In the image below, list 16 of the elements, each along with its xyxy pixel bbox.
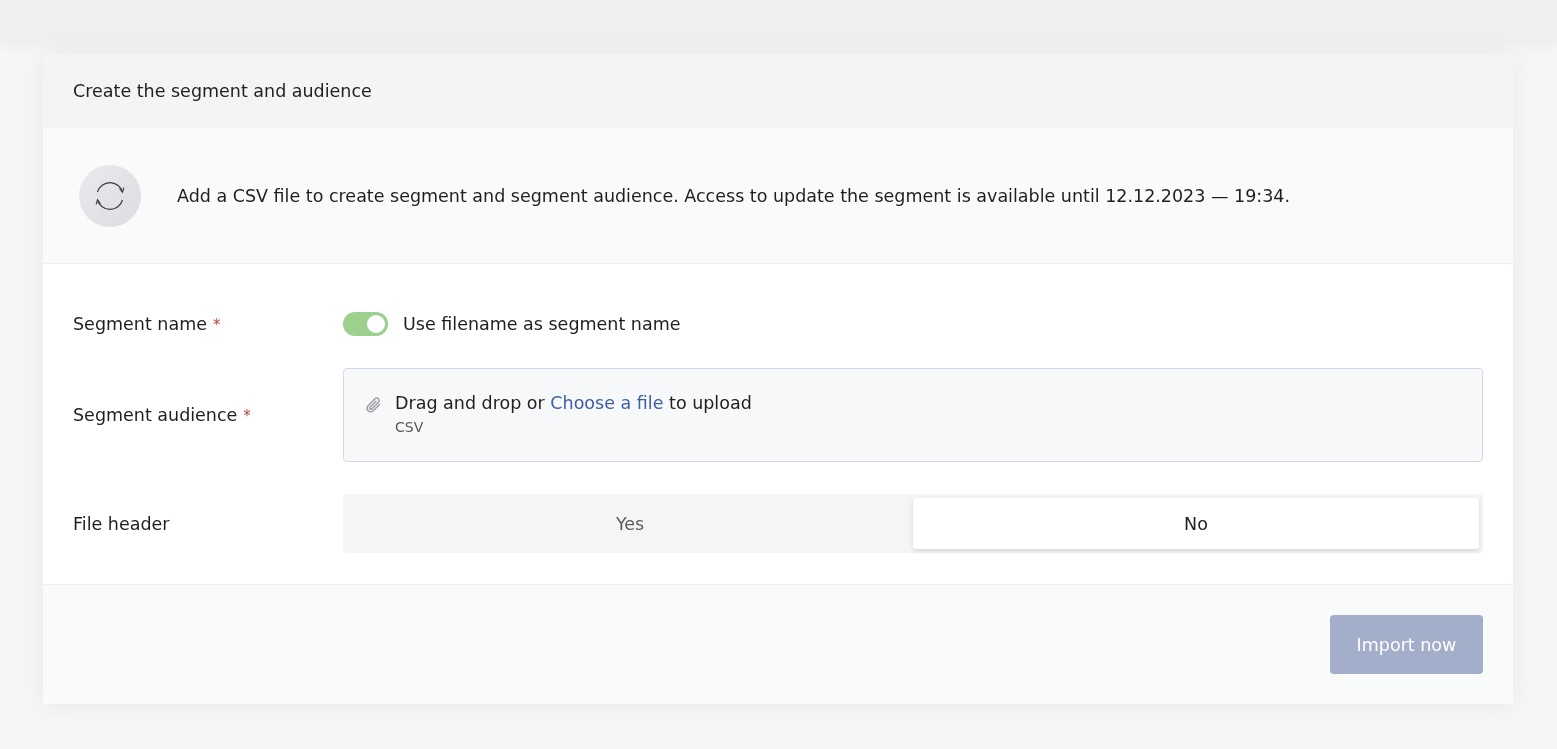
notice-text: Add a CSV file to create segment and segment audience. Access to update the segment is available until 12.12.2023 — 19:34. [177,184,1290,207]
toggle-label: Use filename as segment name [403,313,681,335]
choose-file-link[interactable]: Choose a file [550,393,664,413]
segment-option[interactable]: Yes [347,498,913,549]
file-format-hint: CSV [395,418,425,436]
toggle-switch[interactable] [343,312,388,336]
refresh-icon [79,164,141,227]
upload-prompt: Drag and drop or Choose a file to upload [395,392,752,414]
required-mark: * [212,316,221,334]
field-label: File header [73,512,170,535]
required-mark: * [243,407,251,425]
card-title: Create the segment and audience [73,80,372,102]
field-label: Segment name [73,313,207,335]
segment-option[interactable]: No [913,498,1479,549]
field-label: Segment audience [73,404,238,426]
file-drop-zone[interactable]: Drag and drop or Choose a file to upload CSV [343,368,1483,462]
